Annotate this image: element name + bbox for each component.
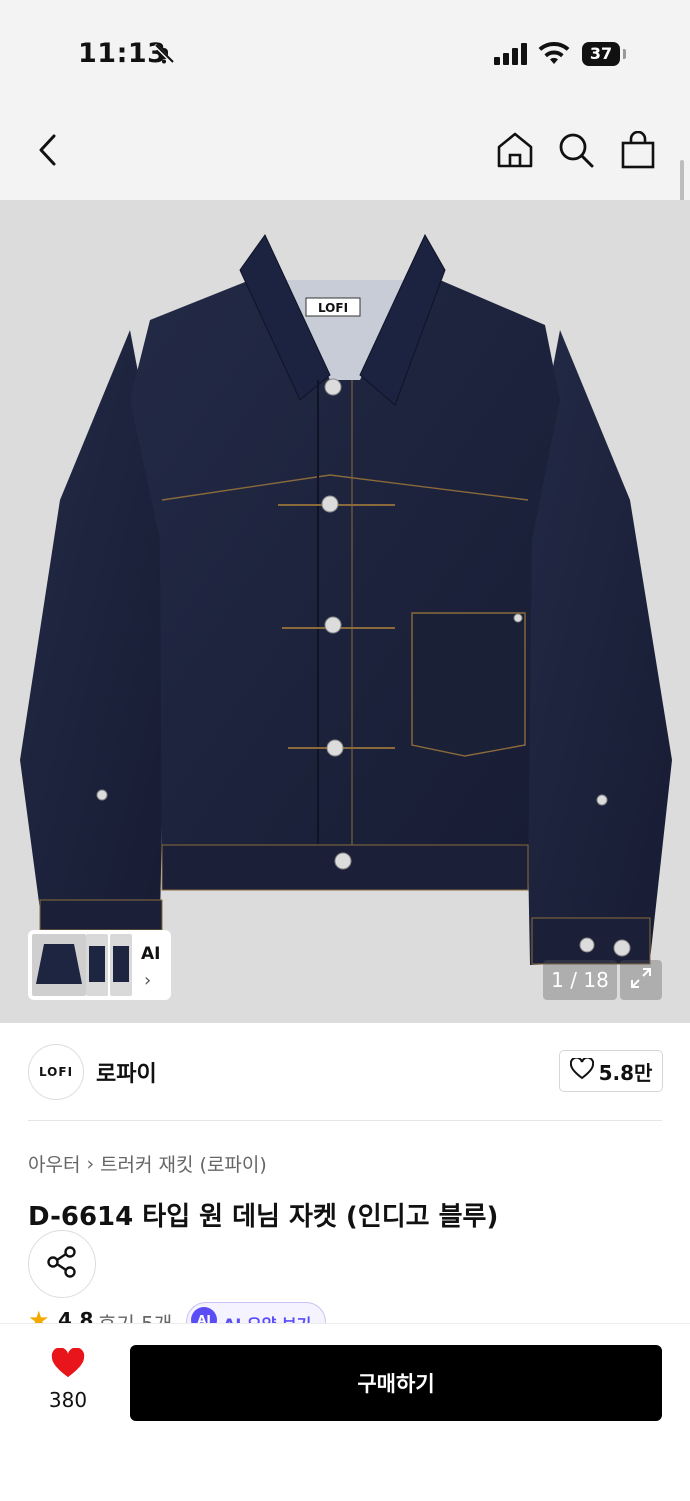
denim-jacket-image: LOFI <box>20 233 672 965</box>
brand-like-count: 5.8만 <box>598 1060 653 1085</box>
status-bar: 11:13 37 <box>0 0 690 110</box>
thumbnail-front[interactable] <box>32 934 86 996</box>
thumbnail-back[interactable] <box>110 934 132 996</box>
cart-button[interactable] <box>616 130 660 174</box>
breadcrumb-subcategory[interactable]: 트러커 재킷 (로파이) <box>100 1150 267 1177</box>
home-icon <box>496 131 534 173</box>
battery-cap <box>623 49 626 59</box>
share-button[interactable] <box>28 1230 96 1298</box>
ai-label: AI <box>141 944 161 964</box>
product-image-carousel[interactable]: LOFI AI › 1 / 18 <box>0 200 690 1023</box>
breadcrumb: 아우터 › 트러커 재킷 (로파이) <box>28 1150 267 1177</box>
brand-logo[interactable]: LOFI <box>28 1044 84 1100</box>
chevron-left-icon <box>36 133 60 171</box>
product-title: D-6614 타입 원 데님 자켓 (인디고 블루) <box>28 1202 499 1232</box>
ai-thumbnail-strip[interactable]: AI › <box>28 930 171 1000</box>
cellular-signal-icon <box>494 42 528 70</box>
chevron-right-icon: › <box>86 1152 95 1175</box>
chevron-right-icon: › <box>144 970 152 991</box>
wishlist-count: 380 <box>48 1388 88 1412</box>
thumbnail-side[interactable] <box>86 934 108 996</box>
back-button[interactable] <box>26 130 70 174</box>
home-button[interactable] <box>493 130 537 174</box>
shopping-bag-icon <box>620 130 656 173</box>
buy-button[interactable]: 구매하기 <box>130 1345 662 1421</box>
top-navigation <box>0 110 690 200</box>
jacket-tag-text: LOFI <box>318 301 348 315</box>
search-button[interactable] <box>554 130 598 174</box>
wishlist-button[interactable]: 380 <box>30 1347 106 1412</box>
silent-bell-icon <box>152 42 176 70</box>
heart-outline-icon <box>569 1056 594 1085</box>
wifi-icon <box>538 40 570 70</box>
share-icon <box>45 1245 79 1283</box>
brand-like-button[interactable]: 5.8만 <box>559 1050 663 1092</box>
heart-filled-icon <box>50 1347 86 1384</box>
battery-indicator: 37 <box>582 42 620 66</box>
breadcrumb-category[interactable]: 아우터 <box>28 1150 80 1177</box>
brand-name[interactable]: 로파이 <box>96 1056 157 1088</box>
divider <box>28 1120 662 1121</box>
expand-icon <box>629 966 653 994</box>
image-counter: 1 / 18 <box>543 960 617 1000</box>
search-icon <box>557 131 595 173</box>
expand-image-button[interactable] <box>620 960 662 1000</box>
